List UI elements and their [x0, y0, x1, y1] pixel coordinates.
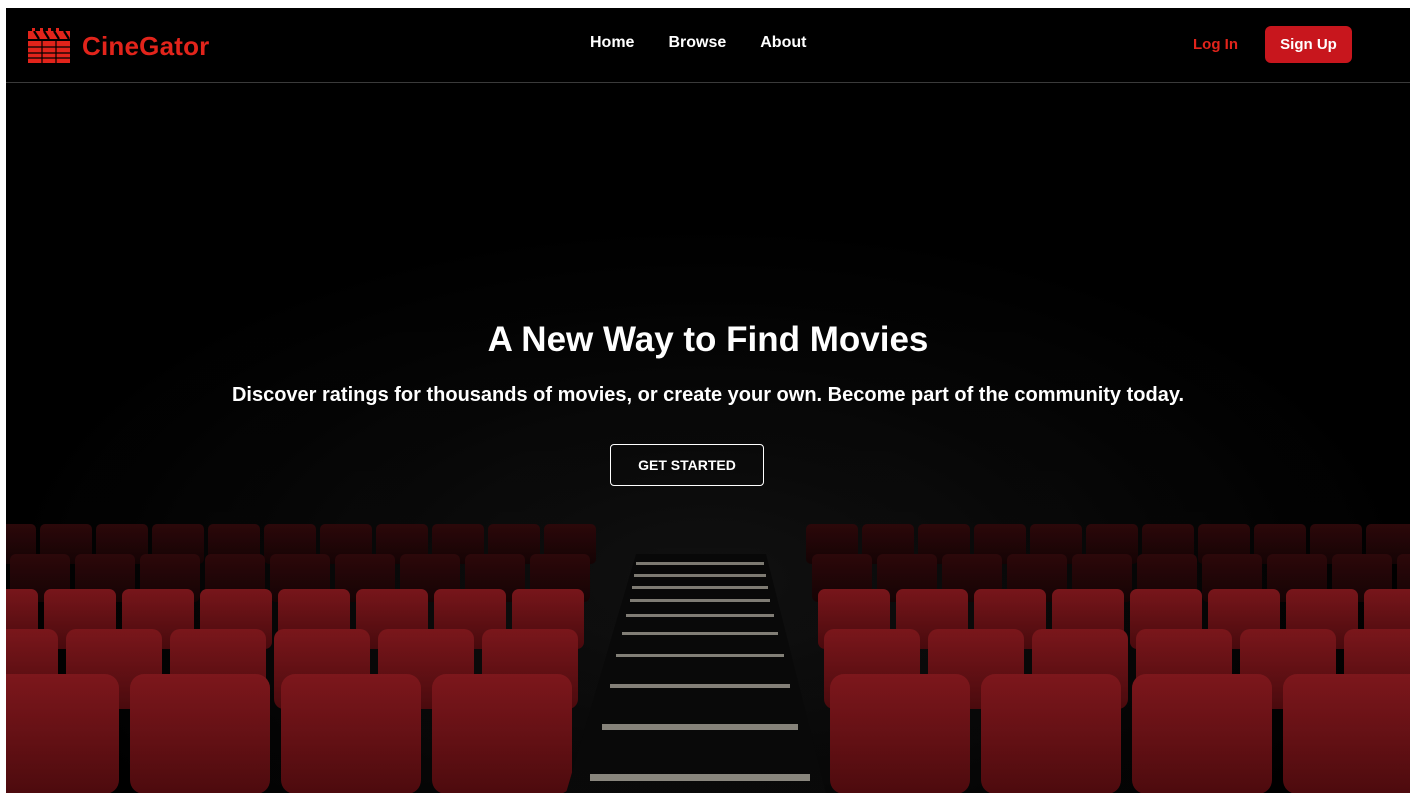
nav-link-home[interactable]: Home: [590, 34, 634, 52]
brand-name: CineGator: [82, 30, 210, 61]
nav-link-browse[interactable]: Browse: [668, 34, 726, 52]
hero-overlay: [6, 84, 1410, 793]
page-frame: CineGator Home Browse About Log In Sign …: [6, 8, 1410, 793]
signup-button[interactable]: Sign Up: [1265, 26, 1352, 63]
clapperboard-icon: [28, 28, 70, 63]
hero-section: A New Way to Find Movies Discover rating…: [6, 84, 1410, 793]
nav-link-about[interactable]: About: [760, 34, 806, 52]
hero-title: A New Way to Find Movies: [487, 320, 929, 359]
hero-subtitle: Discover ratings for thousands of movies…: [231, 384, 1185, 406]
brand-logo-link[interactable]: CineGator: [26, 26, 209, 66]
nav-links: Home Browse About: [590, 34, 806, 52]
login-link[interactable]: Log In: [1193, 36, 1238, 53]
navbar: CineGator Home Browse About Log In Sign …: [6, 8, 1410, 83]
get-started-button[interactable]: GET STARTED: [610, 444, 764, 486]
